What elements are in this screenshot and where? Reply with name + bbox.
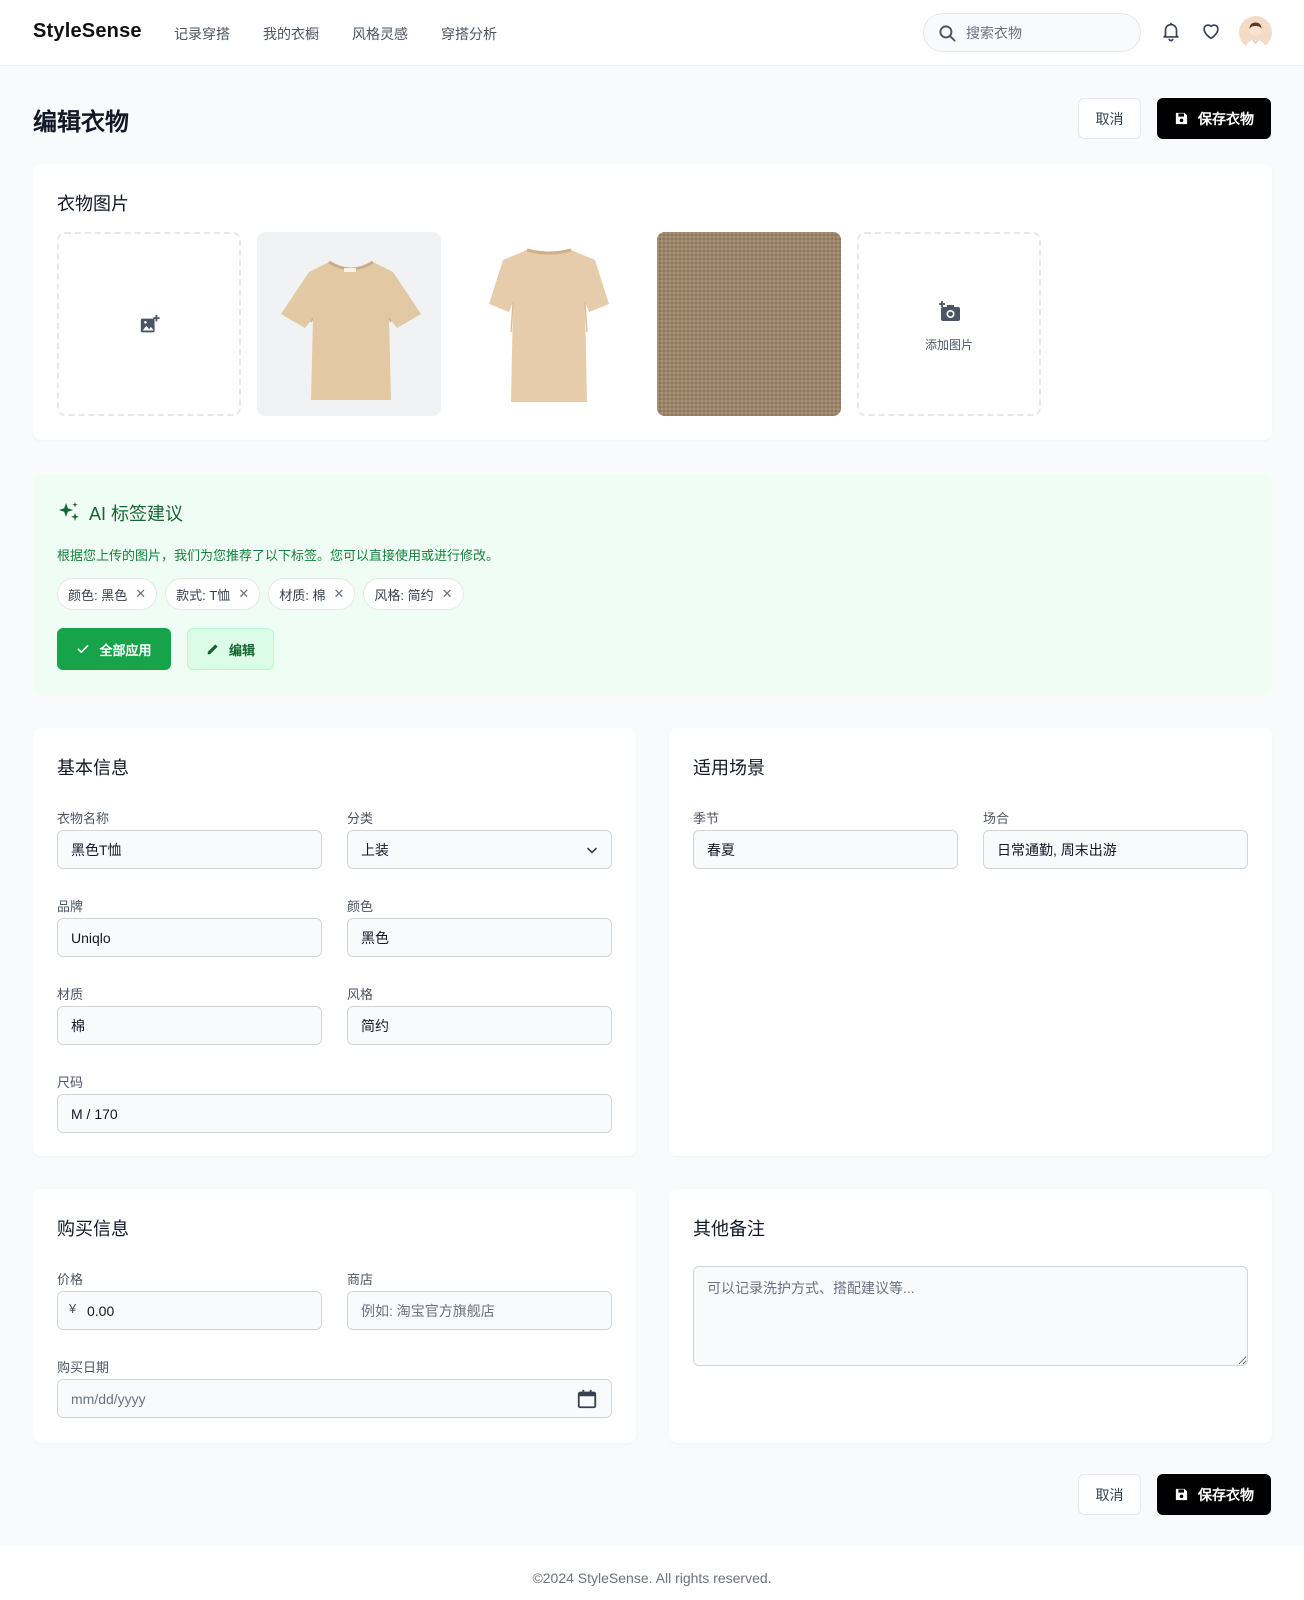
material-field[interactable]: [57, 1006, 322, 1045]
save-button-label: 保存衣物: [1198, 1486, 1254, 1503]
ai-tag-label: 款式: T恤: [176, 587, 231, 603]
season-label: 季节: [693, 811, 720, 826]
ai-tag-label: 风格: 简约: [374, 587, 434, 603]
occasion-label: 场合: [983, 811, 1010, 826]
ai-tag[interactable]: 材质: 棉 ✕: [268, 578, 356, 610]
cancel-button-bottom[interactable]: 取消: [1078, 1474, 1141, 1515]
notes-card: 其他备注: [669, 1189, 1272, 1443]
fabric-texture-image: [657, 232, 841, 416]
purchase-title: 购买信息: [57, 1219, 129, 1239]
purchase-date-field[interactable]: [57, 1379, 612, 1418]
top-navigation-bar: StyleSense 记录穿搭 我的衣橱 风格灵感 穿搭分析: [0, 0, 1304, 66]
scene-card: 适用场景 季节 场合: [669, 728, 1272, 1156]
save-icon: [1175, 1488, 1188, 1501]
clothing-image-back[interactable]: [457, 232, 641, 416]
clothing-image-fabric[interactable]: [657, 232, 841, 416]
cancel-button-label: 取消: [1095, 110, 1124, 127]
save-button-bottom[interactable]: 保存衣物: [1157, 1474, 1271, 1515]
category-label: 分类: [347, 811, 374, 826]
save-button-label: 保存衣物: [1198, 110, 1254, 127]
nav-item-style-inspiration[interactable]: 风格灵感: [352, 24, 408, 44]
edit-tags-button[interactable]: 编辑: [187, 628, 274, 670]
main-nav: 记录穿搭 我的衣橱 风格灵感 穿搭分析: [174, 24, 497, 44]
remove-tag-icon[interactable]: ✕: [135, 586, 146, 602]
clothing-image-front[interactable]: [257, 232, 441, 416]
size-field[interactable]: [57, 1094, 612, 1133]
price-label: 价格: [57, 1272, 84, 1287]
check-icon: [78, 645, 89, 653]
cancel-button-label: 取消: [1095, 1486, 1124, 1503]
basic-info-card: 基本信息 衣物名称 分类 上装 品牌 颜色 材质 风格 尺码: [33, 728, 636, 1156]
add-image-icon: [140, 314, 160, 333]
avatar-person-icon: [1245, 22, 1266, 49]
scene-title: 适用场景: [693, 758, 765, 778]
bell-icon[interactable]: [1160, 20, 1182, 42]
brand-field[interactable]: [57, 918, 322, 957]
save-icon: [1175, 112, 1188, 125]
cancel-button[interactable]: 取消: [1078, 98, 1141, 139]
name-field[interactable]: [57, 830, 322, 869]
nav-item-outfit-analysis[interactable]: 穿搭分析: [441, 24, 497, 44]
ai-tag-label: 材质: 棉: [279, 587, 326, 603]
store-field[interactable]: [347, 1291, 612, 1330]
ai-suggestion-description: 根据您上传的图片，我们为您推荐了以下标签。您可以直接使用或进行修改。: [57, 548, 500, 563]
brand-logo[interactable]: StyleSense: [33, 20, 142, 43]
category-selected-value: 上装: [361, 841, 389, 858]
remove-tag-icon[interactable]: ✕: [442, 586, 453, 602]
ai-tag[interactable]: 款式: T恤 ✕: [165, 578, 261, 610]
purchase-card: 购买信息 价格 ¥ 商店 购买日期: [33, 1189, 636, 1443]
image-placeholder-slot[interactable]: [57, 232, 241, 416]
ai-tag[interactable]: 颜色: 黑色 ✕: [57, 578, 158, 610]
currency-symbol: ¥: [69, 1301, 77, 1316]
ai-suggestion-title: AI 标签建议: [89, 504, 184, 524]
style-label: 风格: [347, 987, 374, 1002]
name-label: 衣物名称: [57, 811, 110, 826]
purchase-date-label: 购买日期: [57, 1360, 110, 1375]
style-field[interactable]: [347, 1006, 612, 1045]
add-photo-icon: [939, 301, 960, 321]
calendar-icon[interactable]: [576, 1388, 598, 1410]
material-label: 材质: [57, 987, 84, 1002]
ai-tag-list: 颜色: 黑色 ✕ 款式: T恤 ✕ 材质: 棉 ✕ 风格: 简约 ✕: [57, 578, 464, 610]
add-image-slot[interactable]: 添加图片: [857, 232, 1041, 416]
tshirt-back-image: [489, 248, 609, 402]
copyright-text: ©2024 StyleSense. All rights reserved.: [532, 1570, 772, 1586]
search-input[interactable]: [966, 23, 1126, 43]
size-label: 尺码: [57, 1075, 84, 1090]
season-field[interactable]: [693, 830, 958, 869]
ai-tag[interactable]: 风格: 简约 ✕: [363, 578, 464, 610]
user-avatar[interactable]: [1239, 16, 1272, 49]
category-select[interactable]: 上装: [347, 830, 612, 869]
search-box[interactable]: [923, 13, 1141, 52]
notes-textarea[interactable]: [693, 1266, 1248, 1366]
color-label: 颜色: [347, 899, 374, 914]
heart-icon[interactable]: [1200, 20, 1222, 42]
store-label: 商店: [347, 1272, 374, 1287]
brand-label: 品牌: [57, 899, 84, 914]
basic-info-title: 基本信息: [57, 758, 129, 778]
remove-tag-icon[interactable]: ✕: [238, 586, 249, 602]
search-icon: [939, 25, 956, 42]
ai-suggestion-panel: AI 标签建议 根据您上传的图片，我们为您推荐了以下标签。您可以直接使用或进行修…: [33, 474, 1272, 695]
images-card: 衣物图片 添加图片: [33, 164, 1272, 440]
save-button[interactable]: 保存衣物: [1157, 98, 1271, 139]
page-title: 编辑衣物: [33, 109, 129, 136]
tshirt-front-image: [281, 260, 421, 400]
add-image-label: 添加图片: [924, 338, 973, 352]
images-card-title: 衣物图片: [57, 194, 129, 214]
pencil-icon: [207, 644, 218, 655]
nav-item-my-wardrobe[interactable]: 我的衣橱: [263, 24, 319, 44]
ai-tag-label: 颜色: 黑色: [68, 587, 128, 603]
price-field[interactable]: [57, 1291, 322, 1330]
remove-tag-icon[interactable]: ✕: [333, 586, 344, 602]
edit-tags-label: 编辑: [228, 642, 255, 658]
color-field[interactable]: [347, 918, 612, 957]
apply-all-button[interactable]: 全部应用: [57, 628, 171, 670]
apply-all-label: 全部应用: [99, 642, 152, 658]
notes-title: 其他备注: [693, 1219, 765, 1239]
nav-item-record-outfit[interactable]: 记录穿搭: [174, 24, 230, 44]
sparkles-icon: [59, 502, 79, 521]
occasion-field[interactable]: [983, 830, 1248, 869]
page-footer: ©2024 StyleSense. All rights reserved.: [0, 1546, 1304, 1600]
